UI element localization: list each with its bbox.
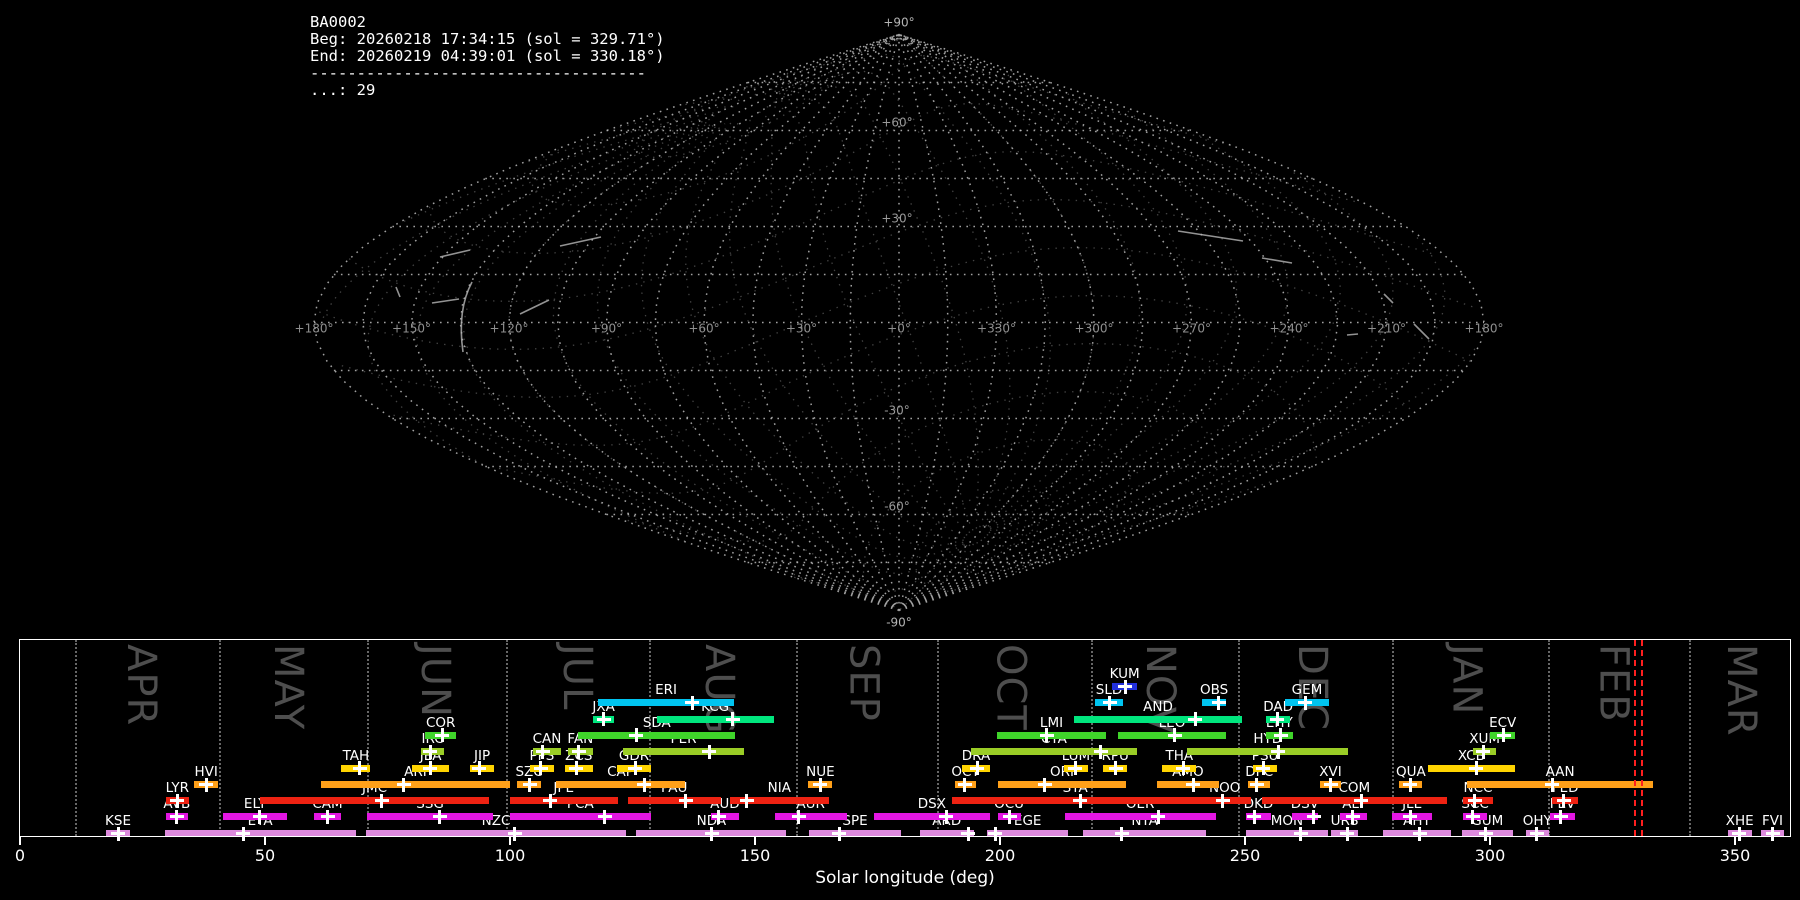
x-tick-100 (509, 837, 511, 845)
meteor-shower-activity-screen: BA0002 Beg: 20260218 17:34:15 (sol = 329… (0, 0, 1800, 900)
x-tick-150 (754, 837, 756, 845)
x-tick-label-200: 200 (970, 846, 1030, 865)
x-tick-250 (1244, 837, 1246, 845)
x-tick-label-100: 100 (480, 846, 540, 865)
x-tick-label-150: 150 (725, 846, 785, 865)
plot-frame (19, 639, 1791, 837)
x-tick-label-300: 300 (1460, 846, 1520, 865)
x-tick-0 (19, 837, 21, 845)
x-tick-label-350: 350 (1705, 846, 1765, 865)
x-tick-label-0: 0 (0, 846, 50, 865)
x-tick-label-250: 250 (1215, 846, 1275, 865)
x-axis-label: Solar longitude (deg) (705, 868, 1105, 888)
x-tick-300 (1489, 837, 1491, 845)
x-tick-200 (999, 837, 1001, 845)
x-tick-label-50: 50 (235, 846, 295, 865)
x-tick-50 (264, 837, 266, 845)
activity-timeline: APRMAYJUNJULAUGSEPOCTNOVDECJANFEBMARKSEE… (0, 0, 1800, 900)
x-tick-350 (1734, 837, 1736, 845)
